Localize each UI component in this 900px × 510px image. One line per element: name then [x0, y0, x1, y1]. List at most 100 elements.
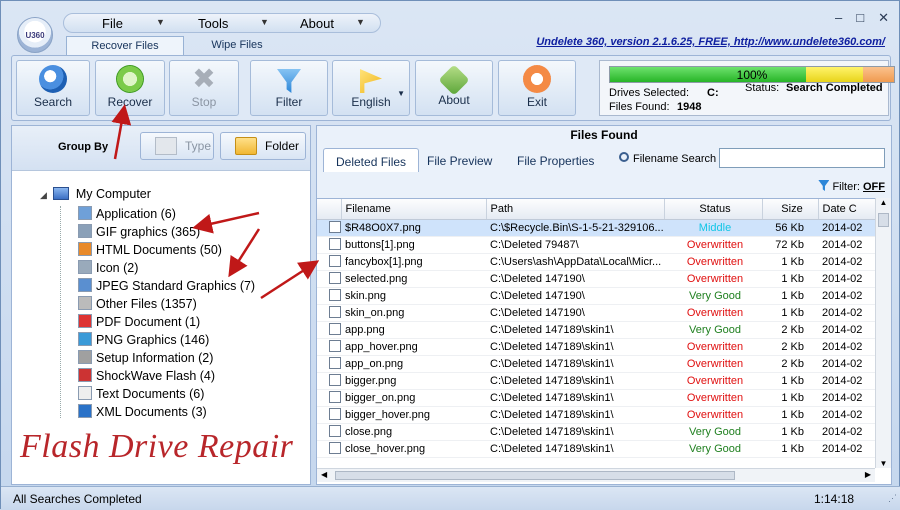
tree-item[interactable]: Application (6)	[78, 206, 176, 224]
row-checkbox[interactable]	[329, 408, 341, 420]
menu-file[interactable]: File	[102, 16, 123, 31]
recover-button[interactable]: Recover	[95, 60, 165, 116]
tab-wipe-files[interactable]: Wipe Files	[196, 36, 278, 55]
tree-item[interactable]: PNG Graphics (146)	[78, 332, 209, 350]
tree-item[interactable]: ShockWave Flash (4)	[78, 368, 215, 386]
tree-item[interactable]: GIF graphics (365)	[78, 224, 200, 242]
tree-item[interactable]: Icon (2)	[78, 260, 138, 278]
app-logo-icon[interactable]: U360	[17, 17, 53, 53]
column-header-filename[interactable]: Filename	[341, 199, 487, 220]
tree-item[interactable]: Setup Information (2)	[78, 350, 213, 368]
column-header-path[interactable]: Path	[486, 199, 665, 220]
row-checkbox[interactable]	[329, 340, 341, 352]
cell-status: Overwritten	[664, 355, 762, 373]
version-link[interactable]: Undelete 360, version 2.1.6.25, FREE, ht…	[536, 36, 885, 48]
column-header-size[interactable]: Size	[762, 199, 819, 220]
tree-item[interactable]: PDF Document (1)	[78, 314, 200, 332]
table-row[interactable]: bigger_hover.png C:\Deleted 147189\skin1\…	[317, 406, 876, 424]
row-checkbox[interactable]	[329, 221, 341, 233]
filename-search-input[interactable]	[719, 148, 885, 168]
scroll-up-icon[interactable]: ▲	[876, 198, 891, 207]
vertical-scrollbar[interactable]: ▲ ▼	[875, 198, 891, 468]
row-checkbox[interactable]	[329, 425, 341, 437]
scroll-thumb[interactable]	[335, 471, 735, 480]
row-checkbox-cell[interactable]	[317, 270, 341, 288]
tree-item[interactable]: HTML Documents (50)	[78, 242, 222, 260]
scroll-down-icon[interactable]: ▼	[876, 459, 891, 468]
row-checkbox[interactable]	[329, 238, 341, 250]
group-by-folder-button[interactable]: Folder	[220, 132, 306, 160]
table-row[interactable]: $R48O0X7.png C:\$Recycle.Bin\S-1-5-21-329…	[317, 219, 876, 237]
row-checkbox-cell[interactable]	[317, 236, 341, 254]
row-checkbox-cell[interactable]	[317, 355, 341, 373]
table-row[interactable]: app_hover.png C:\Deleted 147189\skin1\ Ove…	[317, 338, 876, 356]
row-checkbox-cell[interactable]	[317, 253, 341, 271]
tree-item[interactable]: JPEG Standard Graphics (7)	[78, 278, 255, 296]
table-row[interactable]: app.png C:\Deleted 147189\skin1\ Very Good…	[317, 321, 876, 339]
row-checkbox-cell[interactable]	[317, 423, 341, 441]
column-header-select[interactable]	[317, 199, 342, 220]
filter-button[interactable]: Filter	[250, 60, 328, 116]
about-button[interactable]: About	[415, 60, 493, 116]
column-header-date[interactable]: Date C	[818, 199, 877, 220]
row-checkbox[interactable]	[329, 272, 341, 284]
tree-root-my-computer[interactable]: ◢ My Computer	[40, 187, 151, 201]
row-checkbox-cell[interactable]	[317, 321, 341, 339]
horizontal-scrollbar[interactable]: ◀ ▶	[317, 468, 875, 482]
files-found-pane: Files Found Deleted Files File Preview F…	[316, 125, 892, 485]
row-checkbox-cell[interactable]	[317, 389, 341, 407]
table-row[interactable]: bigger.png C:\Deleted 147189\skin1\ Overwr…	[317, 372, 876, 390]
minimize-icon[interactable]: –	[835, 10, 842, 26]
filename-search-label: Filename Search	[633, 153, 717, 165]
table-row[interactable]: selected.png C:\Deleted 147190\ Overwritte…	[317, 270, 876, 288]
row-checkbox[interactable]	[329, 357, 341, 369]
cell-path: C:\Deleted 147189\skin1\	[486, 389, 664, 407]
row-checkbox-cell[interactable]	[317, 372, 341, 390]
tab-file-properties[interactable]: File Properties	[505, 148, 606, 172]
column-header-status[interactable]: Status	[664, 199, 763, 220]
close-icon[interactable]: ✕	[878, 10, 889, 26]
table-row[interactable]: buttons[1].png C:\Deleted 79487\ Overwritt…	[317, 236, 876, 254]
menu-tools[interactable]: Tools	[198, 16, 228, 31]
row-checkbox-cell[interactable]	[317, 304, 341, 322]
table-row[interactable]: skin.png C:\Deleted 147190\ Very Good 1 Kb 2…	[317, 287, 876, 305]
tree-expand-icon[interactable]: ◢	[40, 190, 47, 200]
table-row[interactable]: close_hover.png C:\Deleted 147189\skin1\ V…	[317, 440, 876, 458]
filter-status[interactable]: Filter: OFF	[818, 180, 885, 193]
tab-deleted-files[interactable]: Deleted Files	[323, 148, 420, 172]
resize-grip-icon[interactable]: ⋰	[888, 493, 897, 504]
row-checkbox-cell[interactable]	[317, 440, 341, 458]
row-checkbox[interactable]	[329, 306, 341, 318]
table-row[interactable]: skin_on.png C:\Deleted 147190\ Overwritten…	[317, 304, 876, 322]
row-checkbox[interactable]	[329, 391, 341, 403]
table-row[interactable]: app_on.png C:\Deleted 147189\skin1\ Overwr…	[317, 355, 876, 373]
table-row[interactable]: close.png C:\Deleted 147189\skin1\ Very Go…	[317, 423, 876, 441]
tree-item[interactable]: Text Documents (6)	[78, 386, 204, 404]
language-dropdown[interactable]: English ▼	[332, 60, 410, 116]
row-checkbox[interactable]	[329, 442, 341, 454]
row-checkbox-cell[interactable]	[317, 338, 341, 356]
row-checkbox[interactable]	[329, 255, 341, 267]
row-checkbox[interactable]	[329, 323, 341, 335]
table-row[interactable]: bigger_on.png C:\Deleted 147189\skin1\ Ove…	[317, 389, 876, 407]
row-checkbox-cell[interactable]	[317, 287, 341, 305]
tab-file-preview[interactable]: File Preview	[415, 148, 504, 172]
tree-item[interactable]: Other Files (1357)	[78, 296, 197, 314]
group-by-type-button[interactable]: Type	[140, 132, 214, 160]
cell-filename: close_hover.png	[341, 440, 486, 458]
maximize-icon[interactable]: □	[856, 10, 864, 26]
exit-button[interactable]: Exit	[498, 60, 576, 116]
search-button[interactable]: Search	[16, 60, 90, 116]
row-checkbox[interactable]	[329, 374, 341, 386]
scroll-thumb[interactable]	[878, 213, 889, 227]
row-checkbox-cell[interactable]	[317, 406, 341, 424]
scroll-left-icon[interactable]: ◀	[321, 470, 327, 479]
row-checkbox-cell[interactable]	[317, 219, 341, 237]
scroll-right-icon[interactable]: ▶	[865, 470, 871, 479]
tree-item[interactable]: XML Documents (3)	[78, 404, 207, 422]
stop-button[interactable]: ✖ Stop	[169, 60, 239, 116]
tab-recover-files[interactable]: Recover Files	[66, 36, 184, 55]
menu-about[interactable]: About	[300, 16, 334, 31]
row-checkbox[interactable]	[329, 289, 341, 301]
table-row[interactable]: fancybox[1].png C:\Users\ash\AppData\Loca…	[317, 253, 876, 271]
